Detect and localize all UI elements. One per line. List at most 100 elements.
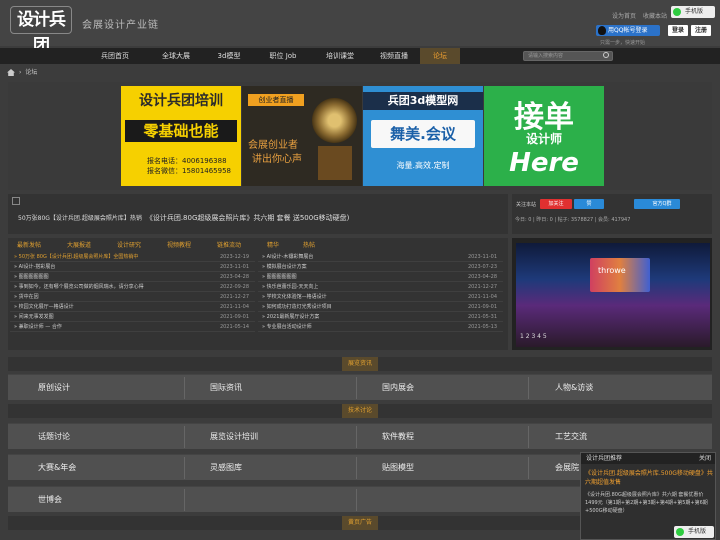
tab-latest-posts[interactable]: 最新发帖 bbox=[17, 241, 41, 250]
news-date: 2021-09-01 bbox=[467, 304, 497, 310]
category-exhibit-training[interactable]: 展览设计培训 bbox=[210, 424, 258, 450]
list-item[interactable]: » 2021最新展厅设计方案 2021-05-31 bbox=[258, 312, 503, 322]
list-item[interactable]: » AI设计-搭彩展台 2023-11-01 bbox=[10, 262, 255, 272]
news-title[interactable]: » AI设计-搭彩展台 bbox=[14, 262, 55, 272]
news-title[interactable]: » 图图图图图图 bbox=[262, 272, 297, 282]
list-item[interactable]: » 学校文化体验馆—格语设计 2021-11-04 bbox=[258, 292, 503, 302]
category-contests[interactable]: 大赛&年会 bbox=[38, 455, 76, 481]
divider bbox=[356, 426, 357, 448]
nav-global-expo[interactable]: 全球大展 bbox=[148, 48, 204, 64]
news-title[interactable]: » 如何成功打造灯光秀设计项目 bbox=[262, 302, 332, 312]
news-title[interactable]: » 2021最新展厅设计方案 bbox=[262, 312, 319, 322]
list-item[interactable]: » AI设计-木镶彩舞展台 2023-11-01 bbox=[258, 252, 503, 262]
news-title[interactable]: » 模拟展台设计方案 bbox=[262, 262, 307, 272]
list-item[interactable]: » 图图图图图图 2023-04-28 bbox=[258, 272, 503, 282]
qq-login-button[interactable]: 用QQ帐号登录 bbox=[596, 25, 660, 36]
breadcrumb: › 论坛 bbox=[7, 68, 37, 78]
nav-training[interactable]: 培训课堂 bbox=[312, 48, 368, 64]
set-homepage-link[interactable]: 设为首页 bbox=[612, 13, 636, 20]
tab-expo-reports[interactable]: 大展报道 bbox=[67, 241, 91, 250]
list-item[interactable]: » 事到如今，还有哪个展览公司做的烟风瑞水，请分享心得 2022-09-28 bbox=[10, 282, 255, 292]
category-topics[interactable]: 话题讨论 bbox=[38, 424, 70, 450]
category-expo-academy[interactable]: 会展院 bbox=[555, 455, 579, 481]
login-button[interactable]: 登录 bbox=[668, 25, 688, 36]
news-title[interactable]: » 货中在因 bbox=[14, 292, 39, 302]
news-title[interactable]: » 学校文化体验馆—格语设计 bbox=[262, 292, 327, 302]
breadcrumb-separator: › bbox=[19, 69, 22, 76]
breadcrumb-current[interactable]: 论坛 bbox=[25, 69, 37, 76]
category-inspiration-gallery[interactable]: 灵感图库 bbox=[210, 455, 242, 481]
category-original-design[interactable]: 原创设计 bbox=[38, 375, 70, 401]
news-date: 2023-04-28 bbox=[219, 274, 249, 280]
banner-3d-subtitle: 海量.高效.定制 bbox=[396, 161, 450, 170]
news-title[interactable]: » 专业展台活动设计师 bbox=[262, 322, 312, 332]
popup-mobile-button[interactable]: 手机版 bbox=[674, 526, 714, 538]
tab-design-research[interactable]: 设计研究 bbox=[117, 241, 141, 250]
official-qq-group-button[interactable]: 官方Q群 bbox=[634, 199, 680, 209]
list-item[interactable]: » 快乐芭蕾乐园-天天向上 2021-12-27 bbox=[258, 282, 503, 292]
mobile-version-button[interactable]: 手机版 bbox=[671, 6, 715, 18]
category-people-interviews[interactable]: 人物&访谈 bbox=[555, 375, 593, 401]
section-title: 技术讨论 bbox=[342, 404, 378, 418]
register-button[interactable]: 注册 bbox=[691, 25, 711, 36]
nav-jobs[interactable]: 职位 Job bbox=[256, 48, 310, 64]
category-craft-exchange[interactable]: 工艺交流 bbox=[555, 424, 587, 450]
popup-header: 设计兵团推荐 bbox=[581, 453, 715, 464]
home-icon[interactable] bbox=[7, 69, 15, 76]
news-title[interactable]: » 图图图图图图 bbox=[14, 272, 49, 282]
slider-pager[interactable]: 1 2 3 4 5 bbox=[520, 333, 547, 340]
search-input[interactable]: 请输入搜索内容 bbox=[523, 51, 613, 61]
news-date: 2021-12-27 bbox=[219, 294, 249, 300]
search-icon[interactable] bbox=[603, 52, 609, 58]
list-item[interactable]: » 兼职设计师 — 合作 2021-05-14 bbox=[10, 322, 255, 332]
news-title[interactable]: » AI设计-木镶彩舞展台 bbox=[262, 252, 313, 262]
headline[interactable]: 50万张80G【设计兵团.超级展会照片库】热销 《设计兵团.80G超级展会照片库》… bbox=[18, 213, 504, 223]
list-item[interactable]: » 货中在因 2021-12-27 bbox=[10, 292, 255, 302]
nav-3d-model[interactable]: 3d模型 bbox=[204, 48, 254, 64]
nav-live[interactable]: 视频直播 bbox=[368, 48, 420, 64]
divider bbox=[184, 377, 185, 399]
banner-hire-designer[interactable]: 接单 设计师 Here bbox=[484, 86, 604, 186]
news-title[interactable]: » 快乐芭蕾乐园-天天向上 bbox=[262, 282, 318, 292]
bookmark-link[interactable]: 收藏本站 bbox=[643, 13, 667, 20]
banner-training[interactable]: 设计兵团培训 零基础也能 报名电话：4006196388 报名微信：158014… bbox=[121, 86, 241, 186]
nav-home[interactable]: 兵团首页 bbox=[88, 48, 142, 64]
category-texture-models[interactable]: 贴图模型 bbox=[382, 455, 414, 481]
category-software-tutorials[interactable]: 软件教程 bbox=[382, 424, 414, 450]
news-date: 2021-05-13 bbox=[467, 324, 497, 330]
site-logo[interactable]: 设计兵团 bbox=[10, 6, 72, 56]
list-item[interactable]: » 校园文化展厅—格语设计 2021-11-04 bbox=[10, 302, 255, 312]
tab-hot-posts[interactable]: 热帖 bbox=[303, 241, 315, 250]
list-item[interactable]: » 图图图图图图 2023-04-28 bbox=[10, 272, 255, 282]
banner-hire-line2: 设计师 bbox=[525, 132, 562, 146]
popup-close-button[interactable]: 关闭 bbox=[699, 453, 711, 462]
news-title[interactable]: » 校园文化展厅—格语设计 bbox=[14, 302, 74, 312]
banner-founder-live[interactable]: 创业者直播 会展创业者 讲出你心声 bbox=[242, 86, 362, 186]
tab-link-flow[interactable]: 链推流动 bbox=[217, 241, 241, 250]
news-title[interactable]: » 事到如今，还有哪个展览公司做的烟风瑞水，请分享心得 bbox=[14, 282, 144, 292]
headline-main[interactable]: 《设计兵团.80G超级展会照片库》共六期 套餐 送500G移动硬盘) bbox=[146, 214, 350, 222]
like-button[interactable]: 赞 bbox=[574, 199, 604, 209]
tab-video-tutorials[interactable]: 视频教程 bbox=[167, 241, 191, 250]
divider bbox=[184, 457, 185, 479]
popup-title[interactable]: 《设计兵团.超级展会照片库.500G移动硬盘》共六期超值发售 bbox=[585, 469, 713, 487]
weibo-follow-button[interactable]: 加关注 bbox=[540, 199, 572, 209]
news-title[interactable]: » 兼职设计师 — 合作 bbox=[14, 322, 62, 332]
list-item[interactable]: » 模拟展台设计方案 2023-07-23 bbox=[258, 262, 503, 272]
news-date: 2023-12-19 bbox=[219, 254, 249, 260]
popup-body[interactable]: 《设计兵团.80G超级展会照片库》共六期 套餐优惠价1499元（第1期+第2期+… bbox=[585, 491, 713, 515]
list-item[interactable]: » 如何成功打造灯光秀设计项目 2021-09-01 bbox=[258, 302, 503, 312]
category-intl-news[interactable]: 国际资讯 bbox=[210, 375, 242, 401]
news-title[interactable]: » 50万张 80G【设计兵团.超级展会照片库】全国热销中 bbox=[14, 252, 138, 262]
list-item[interactable]: » 50万张 80G【设计兵团.超级展会照片库】全国热销中 2023-12-19 bbox=[10, 252, 255, 262]
news-title[interactable]: » 间来无事发发图 bbox=[14, 312, 54, 322]
banner-3d-model[interactable]: 兵团3d模型网 舞美.会议 海量.高效.定制 bbox=[363, 86, 483, 186]
tab-featured[interactable]: 精华 bbox=[267, 241, 279, 250]
category-domestic-expo[interactable]: 国内展会 bbox=[382, 375, 414, 401]
nav-forum[interactable]: 论坛 bbox=[420, 48, 460, 64]
top-links: 设为首页 收藏本站 bbox=[612, 11, 672, 20]
category-world-expo[interactable]: 世博会 bbox=[38, 487, 62, 513]
list-item[interactable]: » 间来无事发发图 2021-09-01 bbox=[10, 312, 255, 322]
list-item[interactable]: » 专业展台活动设计师 2021-05-13 bbox=[258, 322, 503, 332]
headline-prefix[interactable]: 50万张80G【设计兵团.超级展会照片库】热销 bbox=[18, 215, 142, 222]
